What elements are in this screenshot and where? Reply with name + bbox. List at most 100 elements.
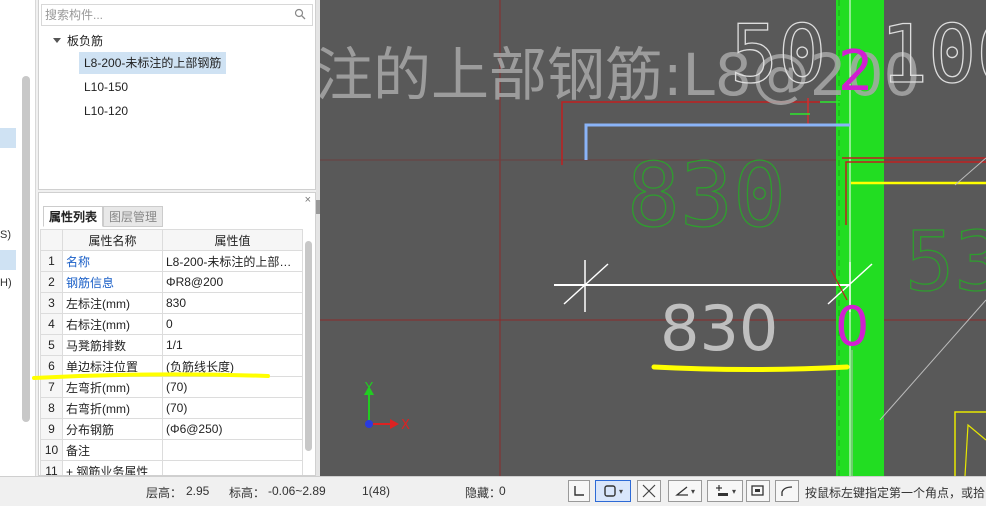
drawing-canvas[interactable]: 注的上部钢筋:L8@200 50 100 830 53 830 2 0 — [320, 0, 986, 476]
dropdown-arrow-icon: ▾ — [618, 486, 623, 496]
property-row-number: 11 — [40, 460, 63, 475]
property-value[interactable]: (Φ6@250) — [162, 418, 303, 440]
floor-height-label: 层高： — [146, 486, 183, 500]
property-row[interactable]: 9 分布钢筋 (Φ6@250) — [40, 418, 303, 440]
offset-point-button[interactable]: ▾ — [707, 480, 743, 502]
close-icon[interactable]: × — [305, 194, 311, 206]
top-dimension-50: 50 — [730, 8, 826, 101]
offset-point-icon — [715, 485, 728, 496]
floor-height-value: 2.95 — [186, 484, 210, 498]
left-strip: S) H) — [0, 0, 36, 476]
property-value[interactable]: ΦR8@200 — [162, 271, 303, 293]
left-strip-selection[interactable] — [0, 250, 16, 270]
arc-button[interactable] — [775, 480, 799, 502]
cross-select-button[interactable] — [637, 480, 661, 502]
tab-layer-management[interactable]: 图层管理 — [103, 206, 164, 227]
property-row[interactable]: 5 马凳筋排数 1/1 — [40, 334, 303, 356]
status-bar: 层高： 2.95 标高： -0.06~2.89 1(48) 隐藏： 0 ▾ ▾ … — [0, 476, 986, 506]
property-scrollbar[interactable] — [305, 241, 312, 451]
property-name: 备注 — [62, 439, 163, 461]
display-icon — [751, 485, 764, 496]
property-name: 左标注(mm) — [62, 292, 163, 314]
property-table: 属性名称 属性值 1 名称 L8-200-未标注的上部钢筋 2 钢筋信息 ΦR8@200 3… — [40, 229, 303, 475]
property-row-number: 10 — [40, 439, 63, 461]
top-dimension-100: 100 — [880, 8, 986, 101]
orthogonal-icon — [574, 486, 584, 496]
property-row-number: 1 — [40, 250, 63, 272]
arc-icon — [781, 486, 793, 496]
elevation-label: 标高： — [229, 486, 266, 500]
property-value[interactable]: (70) — [162, 397, 303, 419]
angle-icon — [675, 486, 688, 496]
property-name: 马凳筋排数 — [62, 334, 163, 356]
left-strip-selection[interactable] — [0, 128, 16, 148]
property-value[interactable] — [162, 439, 303, 461]
orthogonal-button[interactable] — [568, 480, 590, 502]
annotation-underline — [32, 372, 270, 380]
elevation-value: -0.06~2.89 — [268, 484, 326, 498]
component-search — [41, 4, 313, 26]
property-panel: × 属性列表 图层管理 属性名称 属性值 1 名称 L8-200-未标注的上部钢筋 2… — [38, 192, 316, 476]
property-name: 右标注(mm) — [62, 313, 163, 335]
property-row[interactable]: 11 + 钢筋业务属性 — [40, 460, 303, 475]
tree-item-l8-200[interactable]: L8-200-未标注的上部钢筋 — [79, 52, 227, 74]
y-axis-label: Y — [364, 381, 373, 396]
tree-item-l10-120[interactable]: L10-120 — [79, 100, 133, 122]
dimension-53-green: 53 — [905, 215, 986, 310]
property-row[interactable]: 4 右标注(mm) 0 — [40, 313, 303, 335]
rebar-name-label: 注的上部钢筋:L8@200 — [320, 41, 920, 109]
diagonal-line — [879, 299, 986, 421]
pink-digit-2: 2 — [838, 39, 874, 104]
property-row[interactable]: 3 左标注(mm) 830 — [40, 292, 303, 314]
header-property-value: 属性值 — [162, 229, 303, 251]
property-row[interactable]: 8 右弯折(mm) (70) — [40, 397, 303, 419]
property-name: 分布钢筋 — [62, 418, 163, 440]
property-row[interactable]: 1 名称 L8-200-未标注的上部钢筋 — [40, 250, 303, 272]
property-value[interactable]: 0 — [162, 313, 303, 335]
property-value[interactable]: 1/1 — [162, 334, 303, 356]
header-property-name: 属性名称 — [62, 229, 163, 251]
yellow-highlight-mark — [651, 364, 850, 372]
rectangle-select-icon — [604, 485, 616, 497]
angle-button[interactable]: ▾ — [668, 480, 702, 502]
property-name: + 钢筋业务属性 — [62, 460, 163, 475]
property-row-number: 9 — [40, 418, 63, 440]
hidden-label: 隐藏： — [465, 486, 502, 500]
property-row-number: 8 — [40, 397, 63, 419]
property-value[interactable]: L8-200-未标注的上部钢筋 — [162, 250, 303, 272]
left-strip-scrollbar[interactable] — [22, 76, 30, 422]
hidden-value: 0 — [499, 484, 506, 498]
property-value[interactable] — [162, 460, 303, 475]
header-corner — [40, 229, 63, 251]
property-row[interactable]: 10 备注 — [40, 439, 303, 461]
dropdown-arrow-icon: ▾ — [690, 486, 695, 496]
property-row-number: 3 — [40, 292, 63, 314]
cross-select-icon — [642, 484, 656, 498]
property-table-header: 属性名称 属性值 — [40, 229, 303, 251]
property-row[interactable]: 2 钢筋信息 ΦR8@200 — [40, 271, 303, 293]
dropdown-arrow-icon: ▾ — [731, 486, 736, 496]
tree-item-l10-150[interactable]: L10-150 — [79, 76, 133, 98]
left-strip-letter: H) — [0, 277, 12, 289]
yellow-outline — [964, 423, 986, 476]
search-icon[interactable] — [294, 8, 306, 20]
caret-down-icon[interactable] — [53, 38, 61, 43]
property-name: 右弯折(mm) — [62, 397, 163, 419]
rectangle-select-button[interactable]: ▾ — [595, 480, 631, 502]
selection-count: 1(48) — [362, 484, 391, 498]
property-row-number: 5 — [40, 334, 63, 356]
property-row-number: 2 — [40, 271, 63, 293]
property-name: 钢筋信息 — [62, 271, 163, 293]
x-axis-arrow — [390, 419, 399, 429]
dimension-830-gray: 830 — [660, 292, 778, 365]
tree-group-label: 板负筋 — [67, 34, 104, 48]
tab-property-list[interactable]: 属性列表 — [43, 206, 104, 227]
display-settings-button[interactable] — [746, 480, 770, 502]
component-tree-panel: 板负筋 L8-200-未标注的上部钢筋 L10-150 L10-120 — [38, 0, 316, 190]
drawing-svg: 注的上部钢筋:L8@200 50 100 830 53 830 2 0 — [320, 0, 986, 476]
command-hint: 按鼠标左键指定第一个角点，或拾 — [805, 486, 986, 500]
tree-group-slab-negative-rebar[interactable]: 板负筋 — [53, 32, 103, 49]
property-value[interactable]: 830 — [162, 292, 303, 314]
component-search-input[interactable] — [42, 5, 282, 25]
left-strip-letter: S) — [0, 229, 11, 241]
